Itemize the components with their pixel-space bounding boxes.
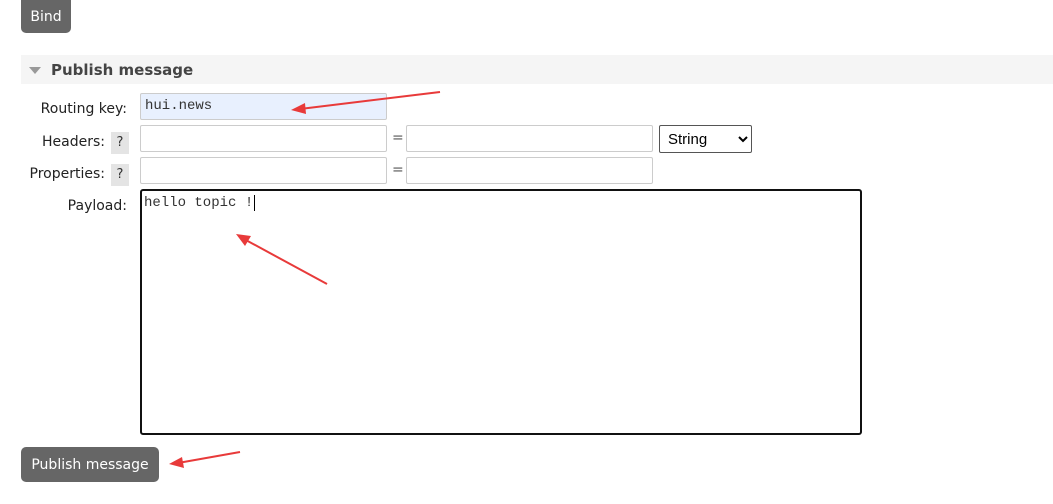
- annotation-arrows: [169, 91, 441, 468]
- arrow-payload: [243, 238, 328, 285]
- arrow-routing-key: [299, 91, 441, 110]
- arrow-publish: [177, 451, 241, 464]
